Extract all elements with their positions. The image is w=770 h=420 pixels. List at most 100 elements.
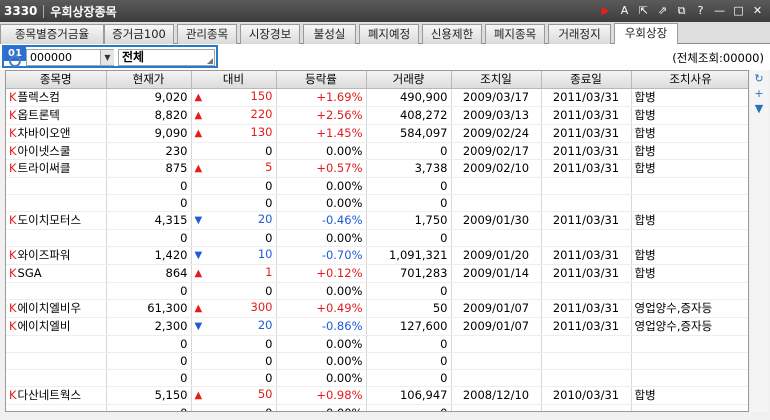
tab-9[interactable]: 우회상장 bbox=[614, 23, 678, 44]
tab-5[interactable]: 폐지예정 bbox=[359, 24, 419, 44]
column-header[interactable]: 대비 bbox=[191, 71, 277, 89]
stock-name[interactable] bbox=[6, 404, 107, 411]
action-reason bbox=[631, 352, 748, 370]
stock-name[interactable]: K아이넷스쿨 bbox=[6, 142, 107, 160]
end-date bbox=[541, 229, 632, 247]
table-row[interactable]: K플렉스컴 9,020 ▲ 150 +1.69% 490,900 2009/03/17 201… bbox=[6, 88, 748, 107]
end-date: 2011/03/31 bbox=[541, 159, 632, 178]
refresh-icon[interactable]: ↻ bbox=[752, 72, 766, 85]
tab-4[interactable]: 불성실 bbox=[303, 24, 356, 44]
table-row[interactable]: 000.00%0 bbox=[6, 282, 748, 300]
table-row[interactable]: K다산네트웍스 5,150 ▲ 50 +0.98% 106,947 2008/12/10 20… bbox=[6, 386, 748, 405]
down-arrow-icon: ▼ bbox=[194, 249, 203, 261]
tab-3[interactable]: 시장경보 bbox=[240, 24, 300, 44]
table-row[interactable]: 000.00%0 bbox=[6, 194, 748, 212]
table-row[interactable]: 000.00%0 bbox=[6, 352, 748, 370]
table-row[interactable]: 000.00%0 bbox=[6, 369, 748, 387]
close-icon[interactable]: ✕ bbox=[749, 3, 766, 19]
change-rate: +0.98% bbox=[276, 386, 367, 405]
tab-8[interactable]: 거래정지 bbox=[548, 24, 611, 44]
stock-name[interactable]: K에이치엘비우 bbox=[6, 299, 107, 318]
table-row[interactable]: 000.00%0 bbox=[6, 229, 748, 247]
stock-name[interactable]: K와이즈파워 bbox=[6, 246, 107, 265]
share-icon[interactable]: ⇗ bbox=[654, 3, 671, 19]
price-change: ▲ 130 bbox=[191, 124, 277, 143]
help-icon[interactable]: ? bbox=[692, 3, 709, 19]
table-row[interactable]: K에이치엘비 2,300 ▼ 20 -0.86% 127,600 2009/01/07 201… bbox=[6, 317, 748, 336]
link-icon[interactable]: ⇱ bbox=[635, 3, 652, 19]
chevron-down-icon[interactable]: ▼ bbox=[100, 50, 114, 65]
table-row[interactable]: K트라이써클 875 ▲ 5 +0.57% 3,738 2009/02/10 2011/03/… bbox=[6, 159, 748, 178]
change-rate: 0.00% bbox=[276, 404, 367, 411]
tab-0[interactable]: 종목별증거금율 bbox=[0, 24, 104, 44]
stock-name-text: 에이치엘비우 bbox=[17, 301, 82, 315]
column-header[interactable]: 조치사유 bbox=[631, 71, 748, 89]
stock-name[interactable]: K트라이써클 bbox=[6, 159, 107, 178]
stock-name[interactable] bbox=[6, 229, 107, 247]
column-header[interactable]: 등락률 bbox=[276, 71, 367, 89]
price-change: ▲ 300 bbox=[191, 299, 277, 318]
table-row[interactable]: K차바이오앤 9,090 ▲ 130 +1.45% 584,097 2009/02/24 20… bbox=[6, 124, 748, 143]
column-header[interactable]: 현재가 bbox=[106, 71, 192, 89]
action-reason: 합병 bbox=[631, 264, 748, 283]
change-rate: +0.49% bbox=[276, 299, 367, 318]
kosdaq-marker-icon: K bbox=[9, 90, 17, 104]
minimize-icon[interactable]: — bbox=[711, 3, 728, 19]
kosdaq-marker-icon: K bbox=[9, 213, 17, 227]
down-arrow-icon: ▼ bbox=[194, 320, 203, 332]
stock-name[interactable]: KSGA bbox=[6, 264, 107, 283]
tab-6[interactable]: 신용제한 bbox=[422, 24, 482, 44]
table-row[interactable]: 000.00%0 bbox=[6, 404, 748, 411]
kosdaq-marker-icon: K bbox=[9, 301, 17, 315]
maximize-icon[interactable]: □ bbox=[730, 3, 747, 19]
play-icon[interactable]: ▶ bbox=[597, 3, 614, 19]
tab-bar: 종목별증거금율 증거금100 관리종목 시장경보 불성실 폐지예정 신용제한 폐지종목 거래정지… bbox=[0, 22, 770, 44]
stock-name[interactable]: K도이치모터스 bbox=[6, 211, 107, 230]
stock-name[interactable] bbox=[6, 177, 107, 195]
change-value: 0 bbox=[265, 336, 273, 351]
table-row[interactable]: KSGA 864 ▲ 1 +0.12% 701,283 2009/01/14 2011/03/… bbox=[6, 264, 748, 283]
font-icon[interactable]: A bbox=[616, 3, 633, 19]
column-header[interactable]: 종목명 bbox=[6, 71, 107, 89]
action-reason: 합병 bbox=[631, 246, 748, 265]
stock-name[interactable]: K차바이오앤 bbox=[6, 124, 107, 143]
stock-name[interactable]: K다산네트웍스 bbox=[6, 386, 107, 405]
scroll-down-icon[interactable]: ▼ bbox=[752, 102, 766, 115]
table-row[interactable]: 000.00%0 bbox=[6, 335, 748, 353]
stock-name[interactable] bbox=[6, 282, 107, 300]
stock-name[interactable] bbox=[6, 335, 107, 353]
tab-2[interactable]: 관리종목 bbox=[177, 24, 237, 44]
column-header[interactable]: 종료일 bbox=[541, 71, 632, 89]
end-date bbox=[541, 352, 632, 370]
copy-icon[interactable]: ⧉ bbox=[673, 3, 690, 19]
change-value: 300 bbox=[250, 299, 273, 314]
action-reason: 합병 bbox=[631, 386, 748, 405]
search-icon[interactable] bbox=[9, 55, 21, 67]
stock-name[interactable]: K플렉스컴 bbox=[6, 88, 107, 107]
action-reason: 합병 bbox=[631, 142, 748, 160]
search-box: 01 000000 ▼ 전체 bbox=[2, 45, 218, 68]
add-icon[interactable]: + bbox=[752, 87, 766, 100]
action-date bbox=[451, 229, 542, 247]
tab-7[interactable]: 폐지종목 bbox=[485, 24, 545, 44]
stock-name[interactable] bbox=[6, 194, 107, 212]
table-row[interactable]: K옵트론텍 8,820 ▲ 220 +2.56% 408,272 2009/03/13 201… bbox=[6, 106, 748, 125]
column-header[interactable]: 조치일 bbox=[451, 71, 542, 89]
stock-name[interactable]: K에이치엘비 bbox=[6, 317, 107, 336]
table-row[interactable]: K에이치엘비우 61,300 ▲ 300 +0.49% 50 2009/01/07 2011/… bbox=[6, 299, 748, 318]
column-header[interactable]: 거래량 bbox=[366, 71, 452, 89]
category-field[interactable]: 전체 bbox=[118, 49, 215, 66]
tab-1[interactable]: 증거금100 bbox=[104, 24, 174, 44]
stock-name[interactable] bbox=[6, 352, 107, 370]
table-row[interactable]: K도이치모터스 4,315 ▼ 20 -0.46% 1,750 2009/01/30 2011… bbox=[6, 211, 748, 230]
table-row[interactable]: K아이넷스쿨 230 0 0.00% 0 2009/02/17 2011/03/31 합병 bbox=[6, 142, 748, 160]
stock-name-text: 다산네트웍스 bbox=[17, 388, 82, 402]
stock-name[interactable] bbox=[6, 369, 107, 387]
stock-name[interactable]: K옵트론텍 bbox=[6, 106, 107, 125]
price-change: 0 bbox=[191, 335, 277, 353]
table-row[interactable]: K와이즈파워 1,420 ▼ 10 -0.70% 1,091,321 2009/01/20 2… bbox=[6, 246, 748, 265]
action-date: 2009/01/14 bbox=[451, 264, 542, 283]
current-price: 0 bbox=[106, 194, 192, 212]
end-date: 2011/03/31 bbox=[541, 124, 632, 143]
table-row[interactable]: 000.00%0 bbox=[6, 177, 748, 195]
